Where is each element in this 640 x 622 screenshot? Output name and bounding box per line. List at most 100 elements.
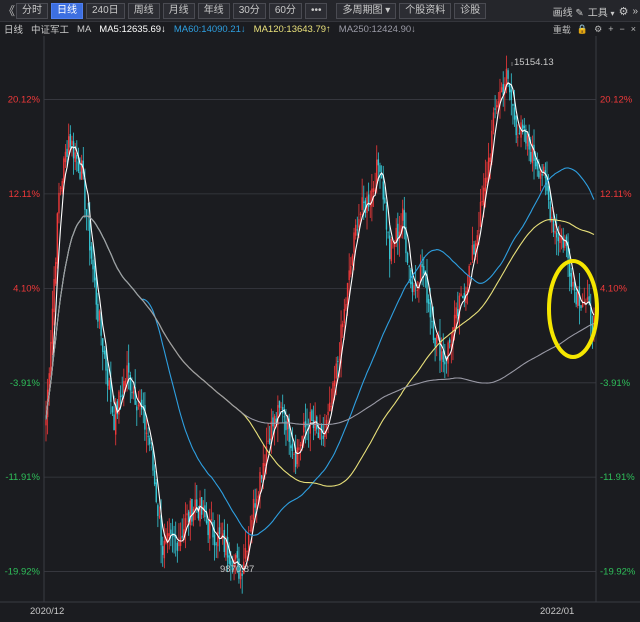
candle-body [359, 213, 362, 215]
candle-body [126, 365, 128, 381]
candle-body [337, 361, 339, 362]
candle-body [496, 105, 498, 108]
candle-body [228, 555, 230, 564]
candle-body [361, 197, 363, 211]
candle-body [379, 165, 381, 172]
period-tabs: 分时 日线 240日 周线 月线 年线 30分 60分 ••• 多周期图 ▾ 个股资料 诊股 [16, 2, 489, 19]
candle-body [444, 361, 446, 365]
candle-body [350, 265, 352, 275]
candle-body [113, 414, 115, 431]
period-tab-4[interactable]: 月线 [162, 2, 195, 19]
candle-body [515, 115, 517, 136]
more-button[interactable]: » [632, 6, 638, 17]
candle-body [215, 543, 217, 545]
candle-body [559, 235, 561, 244]
period-tab-5[interactable]: 年线 [197, 2, 230, 19]
candle-body [145, 432, 148, 434]
candle-body [79, 171, 81, 179]
candle-body [470, 263, 472, 265]
index-name: 中证军工 [31, 25, 70, 36]
candle-body [69, 134, 72, 148]
candle-body [353, 232, 355, 253]
period-tab-11[interactable]: 诊股 [454, 2, 487, 19]
candle-body [449, 339, 451, 343]
period-tab-0[interactable]: 分时 [16, 2, 48, 19]
candle-body [196, 499, 198, 507]
reweight-button[interactable]: 重载 [553, 23, 571, 36]
candle-body [346, 283, 349, 305]
candle-body [111, 406, 114, 413]
candle-body [67, 136, 70, 154]
candle-body [53, 279, 55, 313]
candle-body [97, 303, 99, 322]
candle-body [66, 148, 68, 158]
candle-body [89, 220, 91, 251]
candle-body [434, 337, 436, 347]
candle-body [56, 213, 59, 264]
candle-body [210, 519, 213, 521]
candle-body [570, 272, 573, 287]
candle-body [170, 529, 172, 534]
candle-body [390, 239, 393, 262]
draw-line-button[interactable]: 画线 ✎ [553, 4, 584, 19]
collapse-icon[interactable]: 《 [2, 1, 16, 21]
period-tab-3[interactable]: 周线 [127, 2, 160, 19]
gear-icon[interactable]: ⚙ [594, 24, 602, 35]
candle-body [432, 320, 435, 340]
candle-body [393, 243, 396, 247]
y-tick-right: 4.10% [600, 283, 627, 294]
candle-body [492, 112, 495, 131]
period-tab-6[interactable]: 30分 [232, 2, 266, 19]
y-tick-right: -19.92% [600, 567, 636, 578]
candle-body [103, 350, 106, 355]
candle-body [526, 135, 529, 147]
candle-body [341, 323, 344, 328]
candle-body [311, 410, 313, 421]
candle-body [338, 359, 341, 361]
period-tab-2[interactable]: 240日 [86, 2, 125, 19]
candle-body [64, 151, 67, 163]
kline-chart[interactable]: 20.12% 12.11% 4.10% -3.91% -11.91% -19.92% 20… [0, 36, 640, 622]
candle-body [461, 296, 464, 298]
settings-icon[interactable]: ⚙ [619, 5, 629, 18]
candle-body [333, 380, 336, 387]
candle-body [329, 402, 331, 412]
x-axis: 2020/12 2022/01 [0, 601, 640, 617]
ma120-line [45, 215, 595, 487]
x-label-end: 2022/01 [540, 606, 574, 617]
y-tick-left: -19.92% [5, 567, 41, 578]
period-tab-9[interactable]: 多周期图 ▾ [336, 2, 397, 19]
candle-body [460, 293, 462, 297]
candle-body [416, 289, 418, 291]
candle-body [95, 277, 97, 305]
candle-body [303, 421, 305, 433]
close-icon[interactable]: × [631, 24, 636, 34]
period-tab-7[interactable]: 60分 [268, 2, 302, 19]
minus-icon[interactable]: − [619, 24, 624, 34]
tools-label: 工具 [587, 7, 608, 19]
ma-label[interactable]: MA [77, 24, 91, 35]
lock-icon[interactable]: 🔒 [577, 24, 588, 35]
candle-body [209, 519, 211, 539]
candle-body [457, 309, 459, 317]
candle-body [479, 201, 482, 227]
candle-body [317, 432, 320, 438]
period-tab-10[interactable]: 个股资料 [399, 2, 452, 19]
draw-line-label: 画线 [552, 7, 573, 19]
period-toolbar: 《 分时 日线 240日 周线 月线 年线 30分 60分 ••• 多周期图 ▾ 个股资料 诊股 画线… [0, 0, 640, 22]
candle-body [384, 197, 386, 203]
candle-body [179, 537, 182, 546]
y-tick-right: 20.12% [600, 94, 633, 105]
candlestick-series [45, 55, 595, 594]
period-tab-1[interactable]: 日线 [51, 2, 83, 19]
add-icon[interactable]: + [608, 24, 613, 34]
tools-button[interactable]: 工具 ▾ [588, 4, 615, 19]
candle-body [194, 499, 196, 510]
candle-body [447, 342, 449, 364]
candle-body [131, 392, 133, 394]
candle-body [51, 308, 54, 344]
candle-body [530, 151, 532, 162]
period-tab-8[interactable]: ••• [304, 2, 328, 19]
candle-body [486, 177, 488, 183]
candle-body [453, 314, 456, 330]
